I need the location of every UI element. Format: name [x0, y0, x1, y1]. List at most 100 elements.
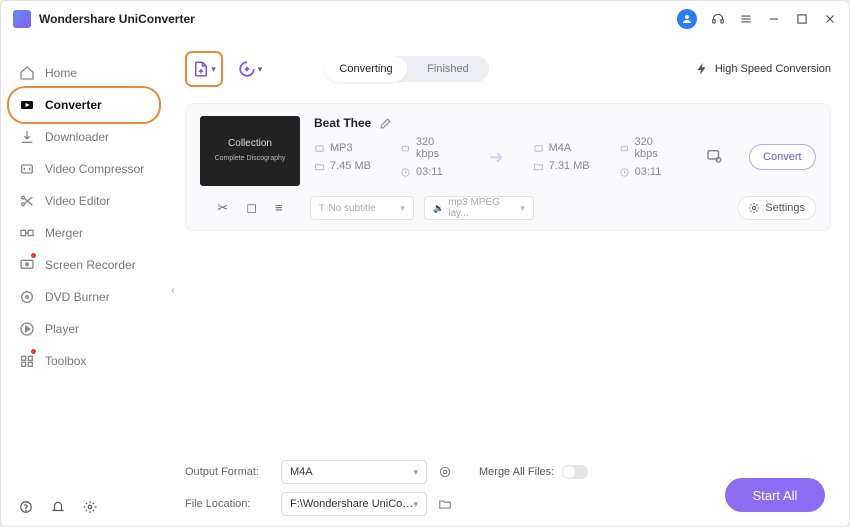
src-bitrate: 320 kbps [416, 136, 460, 160]
chevron-down-icon: ▾ [258, 64, 263, 75]
sidebar-collapse-handle[interactable]: ‹ [168, 281, 178, 299]
clock-icon [619, 167, 630, 178]
help-icon[interactable] [19, 500, 33, 514]
format-settings-icon[interactable] [705, 147, 723, 168]
add-url-button[interactable]: ▾ [233, 53, 267, 85]
audio-select[interactable]: 🔉mp3 MPEG lay...▾ [424, 196, 534, 220]
sidebar-item-label: Converter [45, 98, 102, 112]
more-icon[interactable]: ≡ [275, 200, 283, 216]
folder-icon [533, 161, 544, 172]
format-icon [533, 143, 544, 154]
close-icon[interactable] [823, 12, 837, 26]
play-icon [19, 321, 35, 337]
bitrate-icon [400, 143, 411, 154]
toolbox-icon [19, 353, 35, 369]
settings-button[interactable]: Settings [737, 196, 816, 220]
hamburger-icon[interactable] [739, 12, 753, 26]
sidebar-item-label: Video Editor [45, 194, 110, 208]
sidebar-item-label: Downloader [45, 130, 109, 144]
dst-duration: 03:11 [635, 166, 662, 178]
dvd-icon [19, 289, 35, 305]
gear-icon[interactable] [83, 500, 97, 514]
format-icon [314, 143, 325, 154]
chevron-down-icon: ▾ [413, 467, 418, 478]
crop-icon[interactable]: ◻ [246, 200, 257, 216]
gear-icon [748, 202, 760, 214]
bell-icon[interactable] [51, 500, 65, 514]
file-location-select[interactable]: F:\Wondershare UniConverter▾ [281, 492, 427, 516]
sidebar-item-merger[interactable]: Merger [1, 217, 171, 249]
compressor-icon [19, 161, 35, 177]
src-size: 7.45 MB [330, 160, 371, 172]
bitrate-icon [619, 143, 630, 154]
sidebar-item-compressor[interactable]: Video Compressor [1, 153, 171, 185]
clock-icon [400, 167, 411, 178]
open-folder-icon[interactable] [437, 497, 453, 511]
download-icon [19, 129, 35, 145]
user-avatar[interactable] [677, 9, 697, 29]
lightning-icon [695, 62, 709, 76]
edit-icon[interactable] [379, 117, 392, 130]
file-location-label: File Location: [185, 498, 271, 510]
start-all-button[interactable]: Start All [725, 478, 825, 512]
notification-dot-icon [31, 253, 36, 258]
recorder-icon [19, 257, 35, 273]
app-title: Wondershare UniConverter [39, 12, 195, 26]
sidebar-item-label: Video Compressor [45, 162, 144, 176]
dst-size: 7.31 MB [549, 160, 590, 172]
spinner-plus-icon [238, 60, 256, 78]
high-speed-toggle[interactable]: High Speed Conversion [695, 62, 831, 76]
sidebar-item-label: Home [45, 66, 77, 80]
arrow-right-icon: ➜ [486, 147, 507, 168]
headset-icon[interactable] [711, 12, 725, 26]
audio-value: mp3 MPEG lay... [448, 197, 516, 219]
sidebar-item-label: Screen Recorder [45, 258, 136, 272]
thumbnail[interactable] [200, 116, 300, 186]
file-title: Beat Thee [314, 116, 371, 130]
convert-button[interactable]: Convert [749, 144, 816, 170]
trim-icon[interactable]: ✂ [217, 200, 228, 216]
app-logo-icon [13, 10, 31, 28]
notification-dot-icon [31, 349, 36, 354]
sidebar-item-toolbox[interactable]: Toolbox [1, 345, 171, 377]
sidebar: Home Converter Downloader Video Compress… [1, 37, 171, 526]
dst-bitrate: 320 kbps [635, 136, 679, 160]
add-file-button[interactable]: ▾ [185, 51, 223, 87]
tab-converting[interactable]: Converting [325, 56, 407, 82]
dst-format: M4A [549, 142, 572, 154]
sidebar-item-dvd[interactable]: DVD Burner [1, 281, 171, 313]
sidebar-item-downloader[interactable]: Downloader [1, 121, 171, 153]
sidebar-item-recorder[interactable]: Screen Recorder [1, 249, 171, 281]
sidebar-item-player[interactable]: Player [1, 313, 171, 345]
src-duration: 03:11 [416, 166, 443, 178]
target-icon[interactable] [437, 465, 453, 479]
file-location-value: F:\Wondershare UniConverter [290, 498, 413, 510]
sidebar-item-label: Player [45, 322, 79, 336]
tab-finished[interactable]: Finished [407, 56, 489, 82]
converter-icon [19, 97, 35, 113]
chevron-down-icon: ▾ [211, 64, 216, 75]
folder-icon [314, 161, 325, 172]
chevron-down-icon: ▾ [400, 203, 405, 214]
output-format-select[interactable]: M4A▾ [281, 460, 427, 484]
titlebar: Wondershare UniConverter [1, 1, 849, 37]
maximize-icon[interactable] [795, 12, 809, 26]
chevron-down-icon: ▾ [520, 203, 525, 214]
sidebar-item-editor[interactable]: Video Editor [1, 185, 171, 217]
hsc-label: High Speed Conversion [715, 63, 831, 75]
sidebar-item-label: Toolbox [45, 354, 86, 368]
sidebar-item-converter[interactable]: Converter [1, 89, 171, 121]
subtitle-value: No subtitle [329, 203, 376, 214]
home-icon [19, 65, 35, 81]
subtitle-select[interactable]: TNo subtitle▾ [310, 196, 414, 220]
settings-label: Settings [765, 202, 805, 214]
merger-icon [19, 225, 35, 241]
sidebar-item-home[interactable]: Home [1, 57, 171, 89]
minimize-icon[interactable] [767, 12, 781, 26]
merge-toggle[interactable] [562, 465, 588, 479]
merge-label: Merge All Files: [479, 466, 554, 478]
sidebar-item-label: DVD Burner [45, 290, 110, 304]
src-format: MP3 [330, 142, 353, 154]
chevron-down-icon: ▾ [413, 499, 418, 510]
file-plus-icon [192, 60, 210, 78]
